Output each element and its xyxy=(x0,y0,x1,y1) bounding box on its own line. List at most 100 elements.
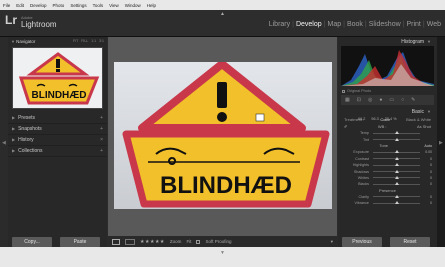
add-preset-icon[interactable]: + xyxy=(100,115,103,121)
histogram-header[interactable]: Histogram ▼ xyxy=(338,37,437,46)
paste-button[interactable]: Paste xyxy=(60,237,100,247)
filmstrip-toggle-icon[interactable]: ▼ xyxy=(220,250,225,256)
slider-track[interactable] xyxy=(373,131,420,135)
slider-knob[interactable] xyxy=(394,194,399,198)
nav-fit[interactable]: FIT xyxy=(73,39,78,43)
slider-track[interactable] xyxy=(373,137,420,141)
zoom-fit[interactable]: Fit xyxy=(186,239,191,244)
spot-removal-icon[interactable]: ◎ xyxy=(368,97,372,103)
slider-track[interactable] xyxy=(373,175,420,179)
brush-icon[interactable]: ✎ xyxy=(411,97,415,103)
slider-track[interactable] xyxy=(373,169,420,173)
menu-tools[interactable]: Tools xyxy=(93,3,104,8)
navigator-preview[interactable]: BLINDHÆD xyxy=(12,47,103,109)
menu-photo[interactable]: Photo xyxy=(53,3,65,8)
nav-1-1[interactable]: 1:1 xyxy=(91,39,96,43)
histogram-value: 66.2 xyxy=(358,117,366,121)
slider-value[interactable]: 0 xyxy=(420,170,432,174)
slider-value[interactable]: 0.00 xyxy=(420,150,432,154)
add-collection-icon[interactable]: + xyxy=(100,148,103,154)
presets-section[interactable]: ▶ Presets + xyxy=(8,113,107,124)
wb-eyedropper-icon[interactable]: ✐ xyxy=(344,124,347,129)
histogram-value: 56.3 xyxy=(371,117,379,121)
graduated-filter-icon[interactable]: ▭ xyxy=(389,97,394,103)
slider-value[interactable]: 0 xyxy=(420,201,432,205)
navigator-title: Navigator xyxy=(16,38,36,44)
module-library[interactable]: Library xyxy=(269,21,290,28)
redeye-icon[interactable]: ● xyxy=(379,97,382,103)
slider-knob[interactable] xyxy=(394,175,399,179)
menu-develop[interactable]: Develop xyxy=(30,3,47,8)
module-web[interactable]: Web xyxy=(427,21,441,28)
reset-button[interactable]: Reset xyxy=(390,237,430,247)
basic-header[interactable]: Basic ▼ xyxy=(338,107,437,116)
slider-knob[interactable] xyxy=(394,150,399,154)
copy-button[interactable]: Copy... xyxy=(12,237,52,247)
menu-settings[interactable]: Settings xyxy=(70,3,86,8)
menu-file[interactable]: File xyxy=(3,3,10,8)
slider-value[interactable]: 0 xyxy=(420,176,432,180)
slider-track[interactable] xyxy=(373,201,420,205)
right-panel-toggle-icon[interactable]: ▶ xyxy=(439,140,443,146)
previous-button[interactable]: Previous xyxy=(342,237,382,247)
soft-proofing-checkbox[interactable] xyxy=(196,239,201,244)
slider-label: Clarity xyxy=(358,194,369,199)
compare-view-icon[interactable] xyxy=(125,238,135,245)
slider-value[interactable]: 0 xyxy=(420,157,432,161)
collapse-top-icon[interactable]: ▲ xyxy=(220,11,225,17)
radial-filter-icon[interactable]: ○ xyxy=(401,97,404,103)
menu-edit[interactable]: Edit xyxy=(16,3,24,8)
soft-proofing-label: Soft Proofing xyxy=(205,239,232,244)
nav-fill[interactable]: FILL xyxy=(81,39,88,43)
navigator-header[interactable]: ▼ Navigator FIT FILL 1:1 3:1 xyxy=(8,37,107,45)
left-panel-buttons: Copy... Paste xyxy=(8,237,107,247)
treatment-bw[interactable]: Black & White xyxy=(406,117,431,122)
module-book[interactable]: Book xyxy=(347,21,363,28)
slider-value[interactable]: 0 xyxy=(420,163,432,167)
nav-3-1[interactable]: 3:1 xyxy=(99,39,104,43)
menu-help[interactable]: Help xyxy=(147,3,156,8)
slider-vibrance[interactable]: Vibrance 0 xyxy=(338,200,437,206)
menu-view[interactable]: View xyxy=(109,3,119,8)
slider-track[interactable] xyxy=(373,194,420,198)
toolbar-menu-icon[interactable]: ▾ xyxy=(331,239,333,245)
app-window: File Edit Develop Photo Settings Tools V… xyxy=(0,0,445,267)
rating-stars[interactable]: ★★★★★ xyxy=(140,239,165,245)
slider-knob[interactable] xyxy=(394,163,399,167)
main-photo[interactable]: BLINDHÆD xyxy=(114,62,332,209)
tone-auto-button[interactable]: Auto xyxy=(424,144,432,148)
slider-knob[interactable] xyxy=(394,169,399,173)
slider-track[interactable] xyxy=(373,182,420,186)
slider-knob[interactable] xyxy=(394,156,399,160)
collections-section[interactable]: ▶ Collections + xyxy=(8,146,107,157)
slider-knob[interactable] xyxy=(394,182,399,186)
histogram xyxy=(341,46,434,86)
add-snapshot-icon[interactable]: + xyxy=(100,126,103,132)
slider-track[interactable] xyxy=(373,163,420,167)
slider-label: Whites xyxy=(357,175,369,180)
wb-value[interactable]: As Shot xyxy=(417,124,431,129)
module-slideshow[interactable]: Slideshow xyxy=(369,21,401,28)
left-panel-toggle-icon[interactable]: ◀ xyxy=(2,140,6,146)
history-section[interactable]: ▶ History × xyxy=(8,135,107,146)
slider-track[interactable] xyxy=(373,150,420,154)
slider-knob[interactable] xyxy=(394,131,399,135)
develop-tools: ▦ ⊡ ◎ ● ▭ ○ ✎ xyxy=(341,95,434,105)
slider-value[interactable]: 0 xyxy=(420,195,432,199)
module-develop[interactable]: Develop xyxy=(296,21,322,28)
clear-history-icon[interactable]: × xyxy=(100,137,103,143)
slider-track[interactable] xyxy=(373,156,420,160)
original-photo-checkbox[interactable] xyxy=(342,89,345,93)
grid-icon[interactable]: ▦ xyxy=(345,97,350,103)
loupe-view-icon[interactable] xyxy=(112,238,120,245)
slider-knob[interactable] xyxy=(394,137,399,141)
snapshots-section[interactable]: ▶ Snapshots + xyxy=(8,124,107,135)
crop-icon[interactable]: ⊡ xyxy=(357,97,361,103)
menu-window[interactable]: Window xyxy=(125,3,141,8)
module-map[interactable]: Map xyxy=(327,21,341,28)
module-print[interactable]: Print xyxy=(406,21,420,28)
slider-value[interactable]: 0 xyxy=(420,182,432,186)
slider-knob[interactable] xyxy=(394,201,399,205)
original-photo-row[interactable]: Original Photo xyxy=(342,89,433,93)
snapshots-label: Snapshots xyxy=(18,126,42,132)
